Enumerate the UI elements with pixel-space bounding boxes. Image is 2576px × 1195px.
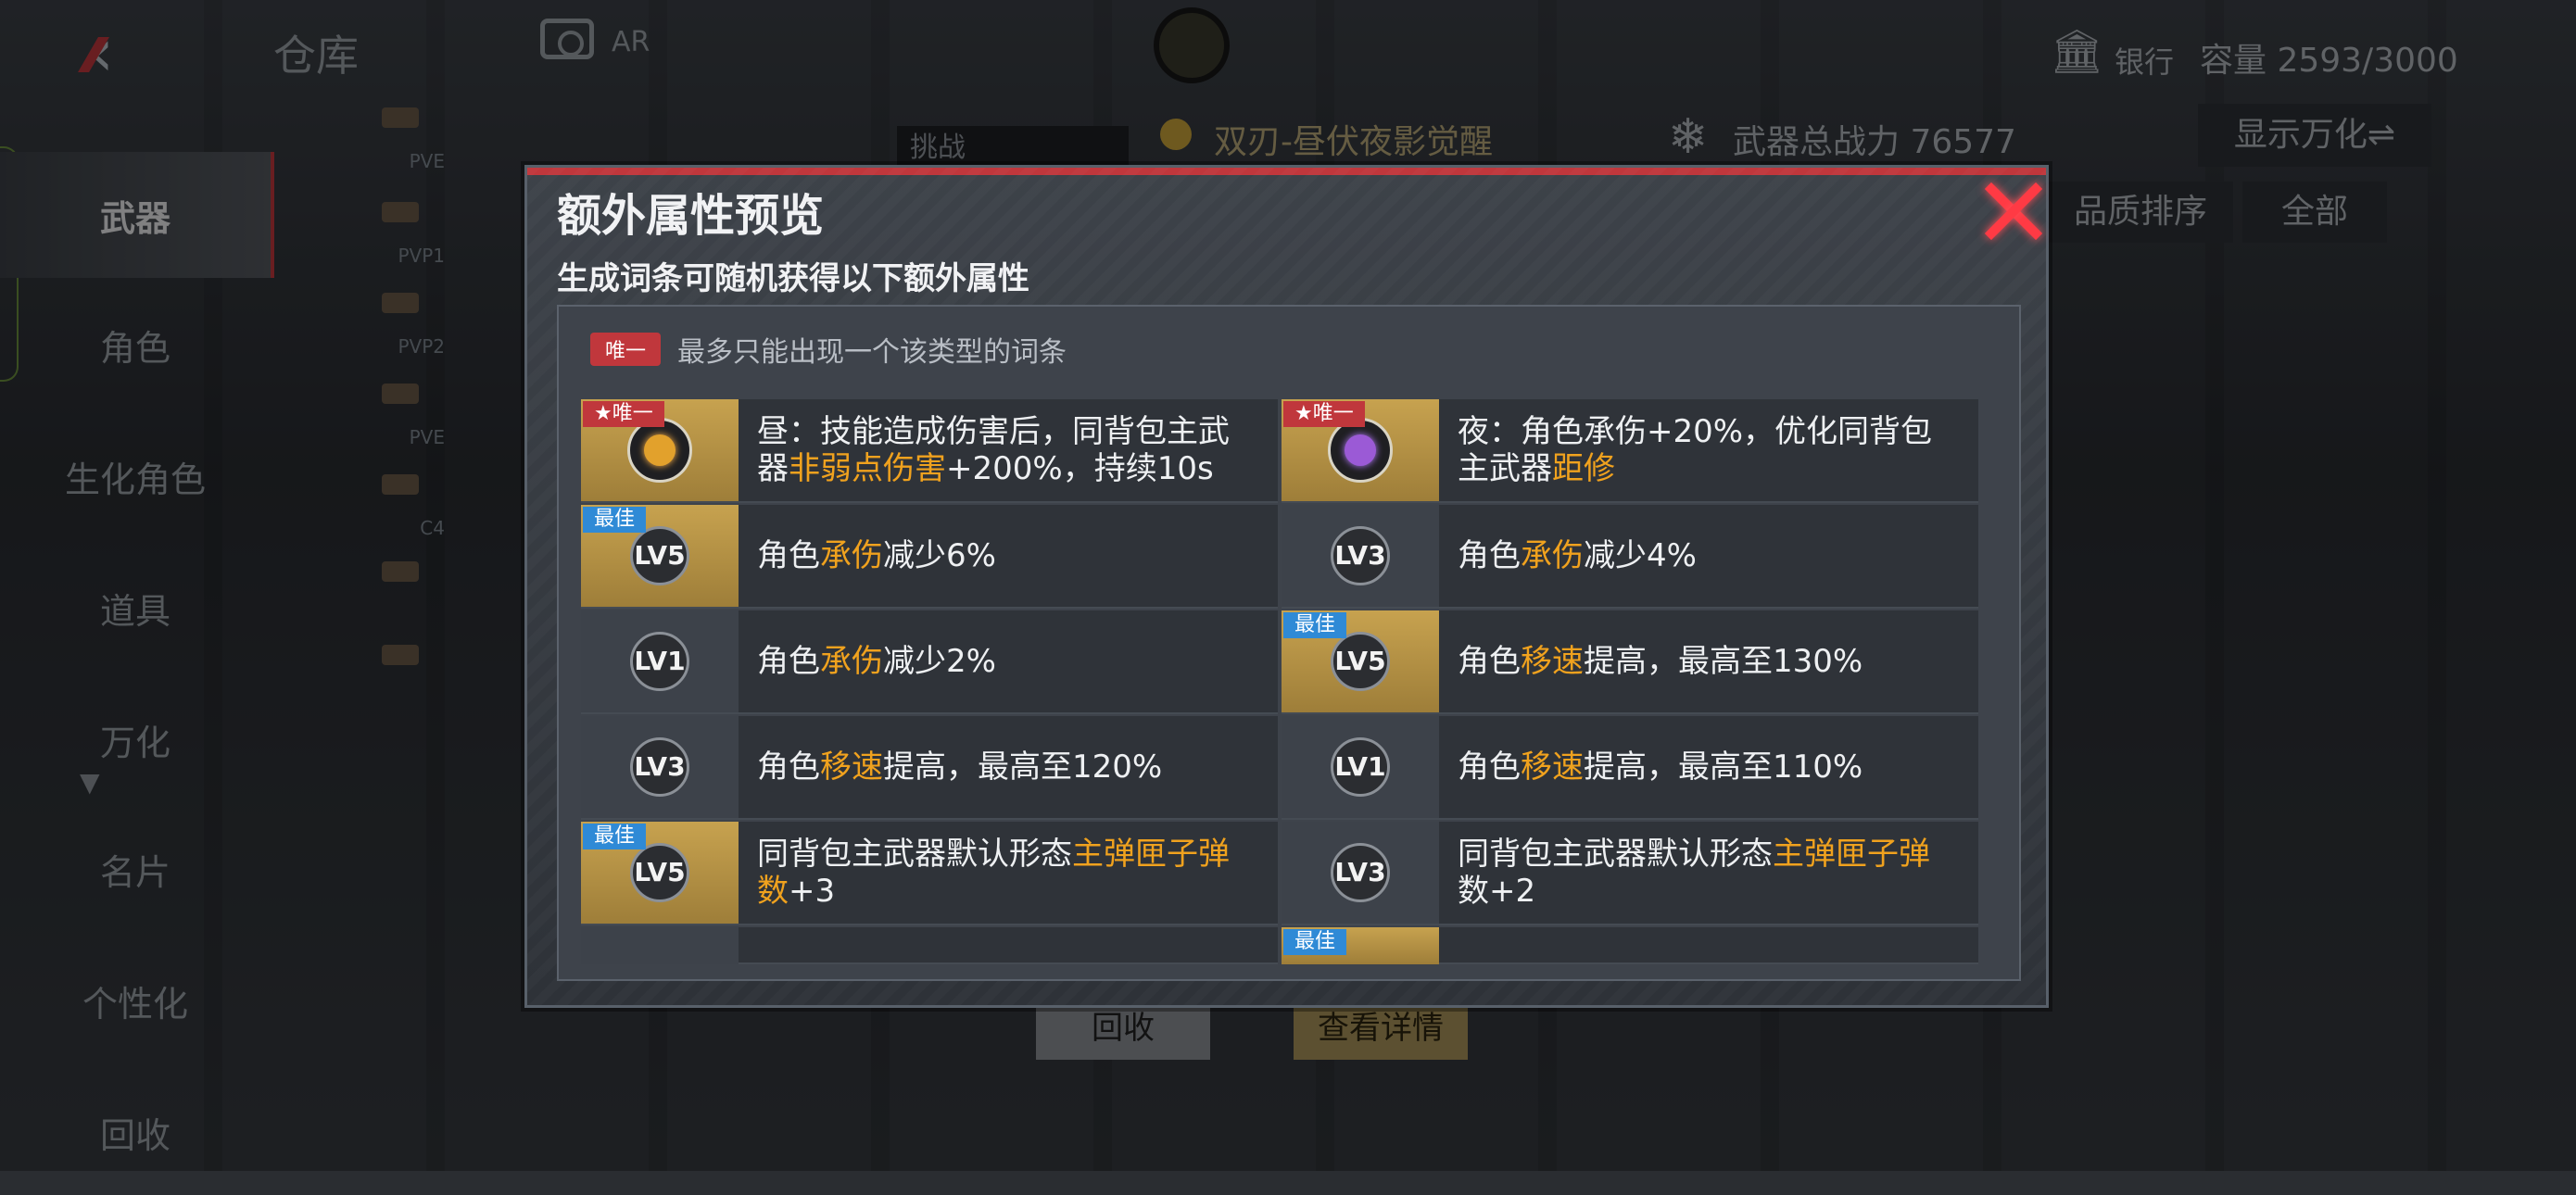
attribute-text: 昼：技能造成伤害后，同背包主武器非弱点伤害+200%，持续10s [757,413,1230,487]
unique-badge: 唯一 [590,333,662,366]
attribute-text: 角色承伤减少6% [757,537,996,574]
attribute-icon-box: LV3 [581,716,739,818]
attribute-list-panel[interactable]: 唯一 最多只能出现一个该类型的词条 ★唯一 昼：技能造成伤害后，同背包主武器非弱… [557,305,2021,981]
dialog-subtitle: 生成词条可随机获得以下额外属性 [557,260,1029,297]
attribute-row: LV3 角色移速提高，最高至120% [581,716,1278,820]
attribute-row: ★唯一 夜：角色承伤+20%，优化同背包主武器距修 [1282,399,1978,503]
level-badge: LV1 [1331,737,1390,797]
legend-text: 最多只能出现一个该类型的词条 [677,336,1067,369]
attribute-row: ★唯一 昼：技能造成伤害后，同背包主武器非弱点伤害+200%，持续10s [581,399,1278,503]
close-icon[interactable] [1974,175,2044,245]
attribute-row: LV5 最佳 角色移速提高，最高至130% [1282,610,1978,714]
level-badge: LV3 [1331,526,1390,585]
day-emblem-icon [627,418,692,483]
attribute-icon-box: LV3 [1282,505,1439,607]
attribute-row: LV3 同背包主武器默认形态主弹匣子弹数+2 [1282,822,1978,925]
attribute-row: LV5 最佳 角色承伤减少6% [581,505,1278,609]
best-badge: 最佳 [1283,612,1347,638]
level-badge: LV3 [630,737,689,797]
level-badge: LV5 [1331,632,1390,691]
attribute-text: 角色移速提高，最高至120% [757,748,1163,786]
best-badge: 最佳 [1283,929,1347,955]
attribute-icon-box [581,927,739,964]
attribute-row: LV1 角色承伤减少2% [581,610,1278,714]
attribute-text: 角色移速提高，最高至110% [1458,748,1863,786]
attribute-row-partial [581,927,1278,964]
unique-badge: ★唯一 [583,401,664,427]
attribute-text: 角色移速提高，最高至130% [1458,643,1863,680]
attribute-row-partial: 最佳 [1282,927,1978,964]
attribute-icon-box: LV1 [1282,716,1439,818]
level-badge: LV3 [1331,843,1390,902]
legend: 唯一 最多只能出现一个该类型的词条 [590,329,1067,370]
dialog-title: 额外属性预览 [557,190,825,242]
night-emblem-icon [1328,418,1393,483]
attribute-icon-box: LV3 [1282,822,1439,924]
unique-badge: ★唯一 [1283,401,1365,427]
level-badge: LV5 [630,526,689,585]
attribute-text: 同背包主武器默认形态主弹匣子弹数+2 [1458,836,1930,910]
best-badge: 最佳 [583,824,647,849]
attribute-row: LV1 角色移速提高，最高至110% [1282,716,1978,820]
attribute-icon-box: LV1 [581,610,739,712]
attribute-row: LV3 角色承伤减少4% [1282,505,1978,609]
attribute-text: 夜：角色承伤+20%，优化同背包主武器距修 [1458,413,1933,487]
extra-attributes-dialog: 额外属性预览 生成词条可随机获得以下额外属性 唯一 最多只能出现一个该类型的词条… [524,165,2049,1008]
level-badge: LV5 [630,843,689,902]
attribute-text: 角色承伤减少2% [757,643,996,680]
level-badge: LV1 [630,632,689,691]
attribute-row: LV5 最佳 同背包主武器默认形态主弹匣子弹数+3 [581,822,1278,925]
best-badge: 最佳 [583,507,647,533]
attribute-text: 角色承伤减少4% [1458,537,1697,574]
attribute-text: 同背包主武器默认形态主弹匣子弹数+3 [757,836,1230,910]
